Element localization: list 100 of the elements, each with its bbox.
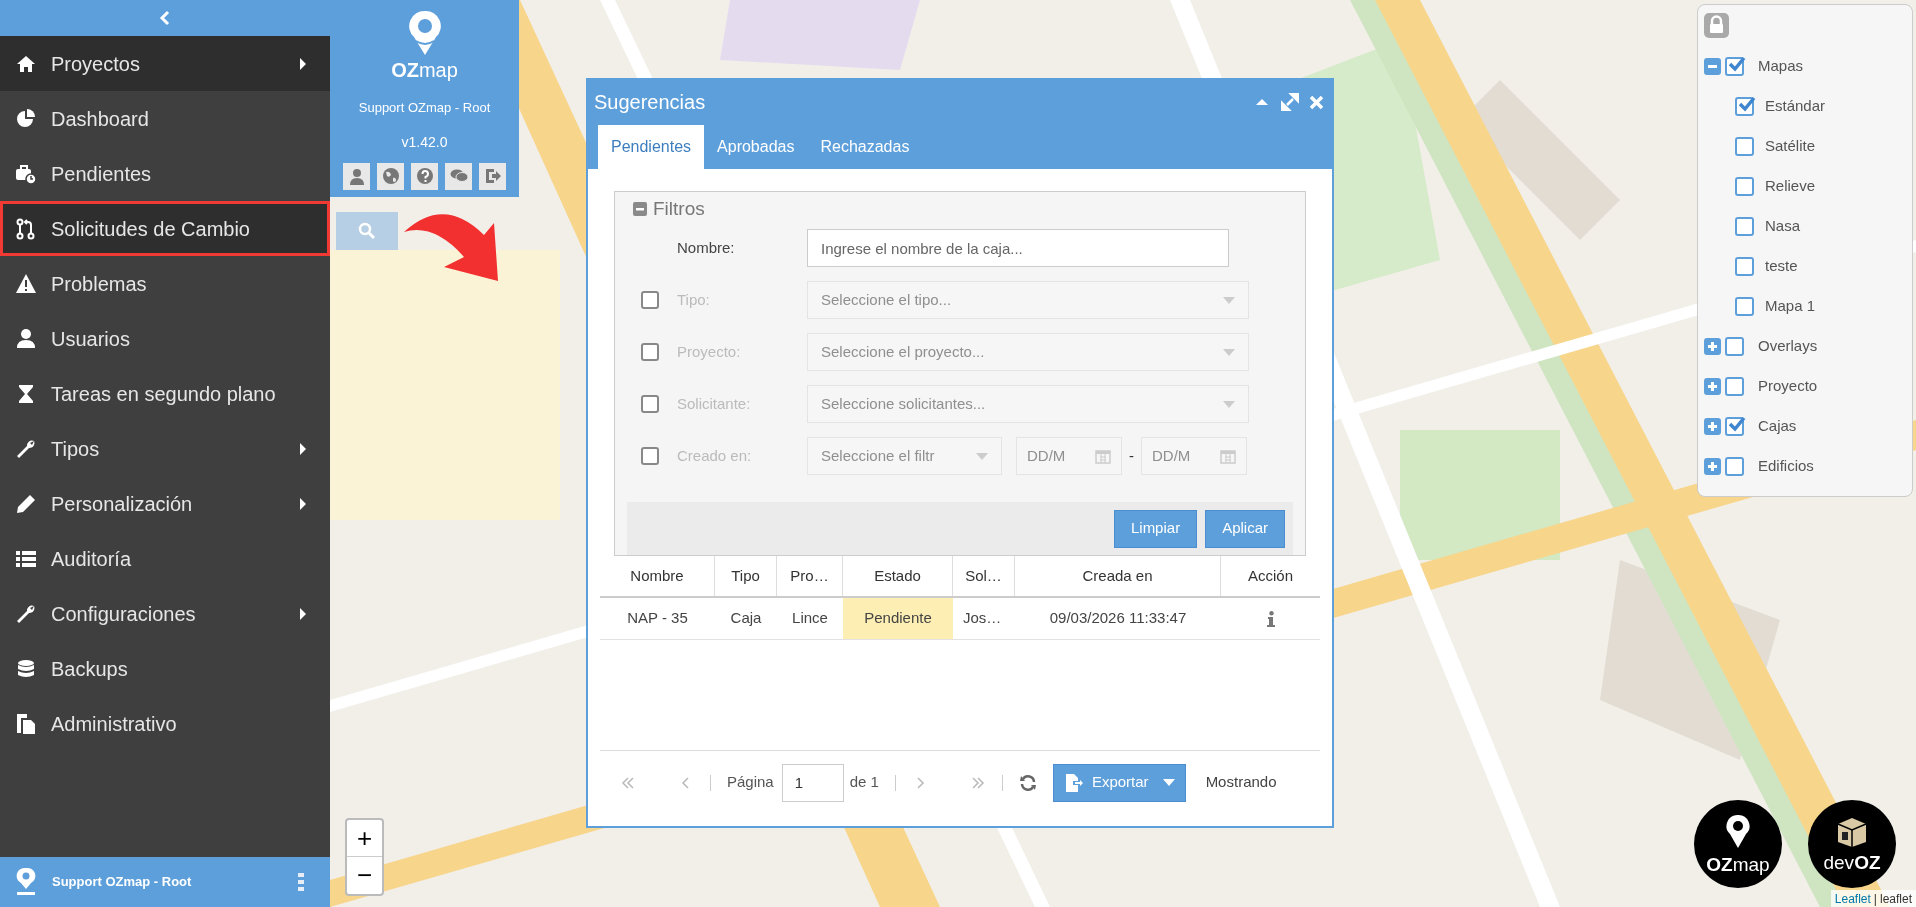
- checkbox[interactable]: [1725, 376, 1744, 396]
- refresh-icon[interactable]: [1018, 773, 1037, 792]
- more-icon[interactable]: [298, 873, 304, 891]
- layer-label: Edificios: [1758, 455, 1814, 476]
- layer-label: Relieve: [1765, 175, 1816, 196]
- expand-toggle[interactable]: [1704, 457, 1721, 475]
- table-cell-text: Lince: [791, 608, 829, 629]
- close-icon[interactable]: [1309, 94, 1324, 110]
- table-cell: Pendiente: [843, 598, 953, 639]
- logo-text: OZmap: [1706, 854, 1770, 876]
- briefcase-clock-icon: [15, 162, 37, 185]
- filter-legend: Filtros: [653, 194, 705, 224]
- lock-icon[interactable]: [1704, 13, 1729, 38]
- column-header[interactable]: Acción: [1221, 556, 1320, 596]
- checkbox[interactable]: [1735, 296, 1754, 316]
- caret-down-icon: [1223, 296, 1235, 304]
- results-summary: Mostrando: [1205, 772, 1277, 793]
- dialog-title: Sugerencias: [594, 90, 707, 115]
- help-icon: [415, 167, 434, 185]
- layer-label: Cajas: [1758, 415, 1797, 436]
- column-header[interactable]: Creada en: [1015, 556, 1221, 596]
- checkbox[interactable]: [1735, 216, 1754, 236]
- caret-down-icon: [976, 452, 988, 460]
- collapse-toggle[interactable]: [1704, 57, 1721, 75]
- chat-icon: [449, 167, 468, 185]
- database-icon: [15, 657, 37, 680]
- layer-label: Mapas: [1758, 55, 1804, 76]
- checkbox[interactable]: [641, 447, 659, 465]
- table-cell-text: NAP - 35: [626, 608, 689, 629]
- checkbox[interactable]: [641, 291, 659, 309]
- chat-button[interactable]: [445, 162, 472, 190]
- sidebar-item[interactable]: Solicitudes de Cambio: [0, 201, 330, 256]
- layer-label: Satélite: [1765, 135, 1816, 156]
- checkbox[interactable]: [1735, 136, 1754, 156]
- page-count: de 1: [849, 772, 879, 793]
- user-icon: [15, 327, 37, 350]
- expand-toggle[interactable]: [1704, 337, 1721, 355]
- checkbox[interactable]: [1725, 416, 1744, 436]
- user-icon: [347, 167, 366, 185]
- first-page-icon[interactable]: [620, 774, 636, 791]
- column-header[interactable]: Sol…: [953, 556, 1015, 596]
- info-icon[interactable]: [1266, 610, 1275, 627]
- leaflet-link[interactable]: Leaflet: [1834, 889, 1871, 907]
- checkbox[interactable]: [1735, 176, 1754, 196]
- name-field[interactable]: Ingrese el nombre de la caja...: [807, 229, 1229, 267]
- layer-label: Overlays: [1758, 335, 1818, 356]
- caret-down-icon: [1223, 400, 1235, 408]
- checkbox[interactable]: [1725, 336, 1744, 356]
- tab[interactable]: Pendientes: [598, 125, 705, 169]
- user-name: Support OZmap - Root: [52, 873, 193, 892]
- logo-text: devOZ: [1823, 852, 1881, 874]
- zoom-out-button[interactable]: −: [347, 857, 382, 894]
- search-button[interactable]: [336, 212, 398, 250]
- column-header[interactable]: Estado: [843, 556, 953, 596]
- help-button[interactable]: [411, 162, 438, 190]
- checkbox[interactable]: [1735, 256, 1754, 276]
- page-field[interactable]: 1: [781, 763, 844, 802]
- column-header[interactable]: Tipo: [715, 556, 777, 596]
- separator-text: |: [1873, 890, 1877, 907]
- table-row[interactable]: NAP - 35 Caja Lince Pendiente Jos… 09/03/2026 11:33:47: [600, 598, 1320, 640]
- user-name: Support OZmap - Root: [358, 99, 491, 117]
- documents-icon: [15, 712, 37, 735]
- logo-text: OZmap: [391, 58, 458, 82]
- plus-icon: [1707, 420, 1718, 432]
- layer-label: Proyecto: [1758, 375, 1818, 396]
- collapse-icon[interactable]: [633, 202, 647, 216]
- maximize-icon[interactable]: [1281, 93, 1299, 111]
- search-icon: [358, 222, 376, 240]
- globe-icon: [381, 167, 400, 185]
- logout-icon: [483, 167, 502, 185]
- column-header[interactable]: Pro…: [777, 556, 843, 596]
- calendar-icon: [1220, 448, 1236, 464]
- last-page-icon[interactable]: [969, 774, 986, 791]
- table-cell-text: Caja: [729, 608, 763, 629]
- logo-icon: [14, 867, 38, 897]
- expand-toggle[interactable]: [1704, 417, 1721, 435]
- zoom-in-button[interactable]: +: [347, 820, 382, 857]
- checkbox[interactable]: [1735, 96, 1754, 116]
- calendar-icon: [1095, 448, 1111, 464]
- file-export-icon: [1063, 772, 1084, 793]
- logout-button[interactable]: [479, 162, 506, 190]
- checkbox[interactable]: [1725, 456, 1744, 476]
- chevron-left-icon: [159, 10, 171, 26]
- user-button[interactable]: [343, 162, 370, 190]
- checkbox[interactable]: [1725, 56, 1744, 76]
- sidebar-item[interactable]: Proyectos: [0, 36, 330, 91]
- column-header[interactable]: Nombre: [600, 556, 715, 596]
- layer-label: Mapa 1: [1765, 295, 1816, 316]
- checkbox[interactable]: [641, 343, 659, 361]
- field-label: Tipo:: [677, 289, 711, 310]
- minimize-icon[interactable]: [1255, 97, 1269, 107]
- field-label: Proyecto:: [677, 341, 742, 362]
- globe-button[interactable]: [377, 162, 404, 190]
- field-label: Solicitante:: [677, 393, 752, 414]
- layer-label: Nasa: [1765, 215, 1801, 236]
- date-separator: -: [1128, 445, 1135, 466]
- plus-icon: [1707, 460, 1718, 472]
- checkbox[interactable]: [641, 395, 659, 413]
- expand-toggle[interactable]: [1704, 377, 1721, 395]
- version-label: v1.42.0: [401, 132, 448, 152]
